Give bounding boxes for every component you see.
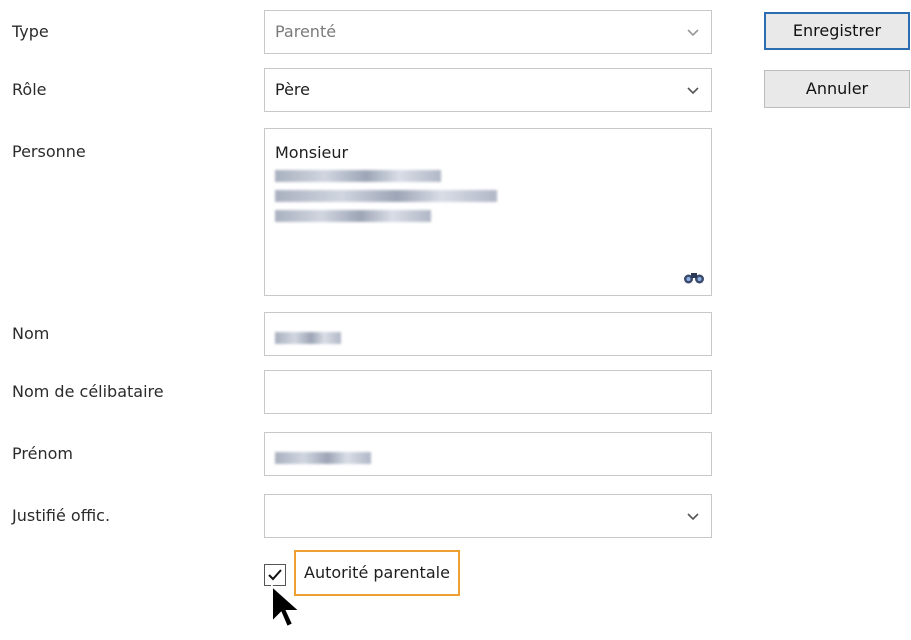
nom-celibataire-input[interactable] xyxy=(264,370,712,414)
binoculars-icon[interactable] xyxy=(683,269,705,285)
personne-address-line xyxy=(275,187,497,207)
chevron-down-icon xyxy=(687,29,699,37)
autorite-parentale-checkbox[interactable] xyxy=(264,564,286,586)
role-select-value: Père xyxy=(275,80,310,99)
nom-label: Nom xyxy=(12,324,50,343)
type-select-value: Parenté xyxy=(275,22,337,41)
chevron-down-icon xyxy=(687,87,699,95)
personne-civility: Monsieur xyxy=(275,143,349,162)
cancel-button[interactable]: Annuler xyxy=(764,70,910,108)
justifie-select[interactable] xyxy=(264,494,712,538)
role-select[interactable]: Père xyxy=(264,68,712,112)
save-button[interactable]: Enregistrer xyxy=(764,12,910,50)
personne-address-line xyxy=(275,207,431,227)
role-label: Rôle xyxy=(12,80,47,99)
personne-field[interactable]: Monsieur xyxy=(264,128,712,296)
personne-label: Personne xyxy=(12,142,86,161)
type-label: Type xyxy=(12,22,49,41)
nom-input[interactable] xyxy=(264,312,712,356)
chevron-down-icon xyxy=(687,513,699,521)
prenom-input[interactable] xyxy=(264,432,712,476)
prenom-value xyxy=(275,449,371,469)
mouse-pointer-icon xyxy=(271,584,303,629)
type-select[interactable]: Parenté xyxy=(264,10,712,54)
prenom-label: Prénom xyxy=(12,444,73,463)
checkmark-icon xyxy=(268,569,282,581)
personne-address-line xyxy=(275,167,441,187)
nom-celibataire-label: Nom de célibataire xyxy=(12,382,164,401)
justifie-label: Justifié offic. xyxy=(12,506,111,525)
nom-value xyxy=(275,329,341,349)
autorite-parentale-label[interactable]: Autorité parentale xyxy=(294,550,460,596)
